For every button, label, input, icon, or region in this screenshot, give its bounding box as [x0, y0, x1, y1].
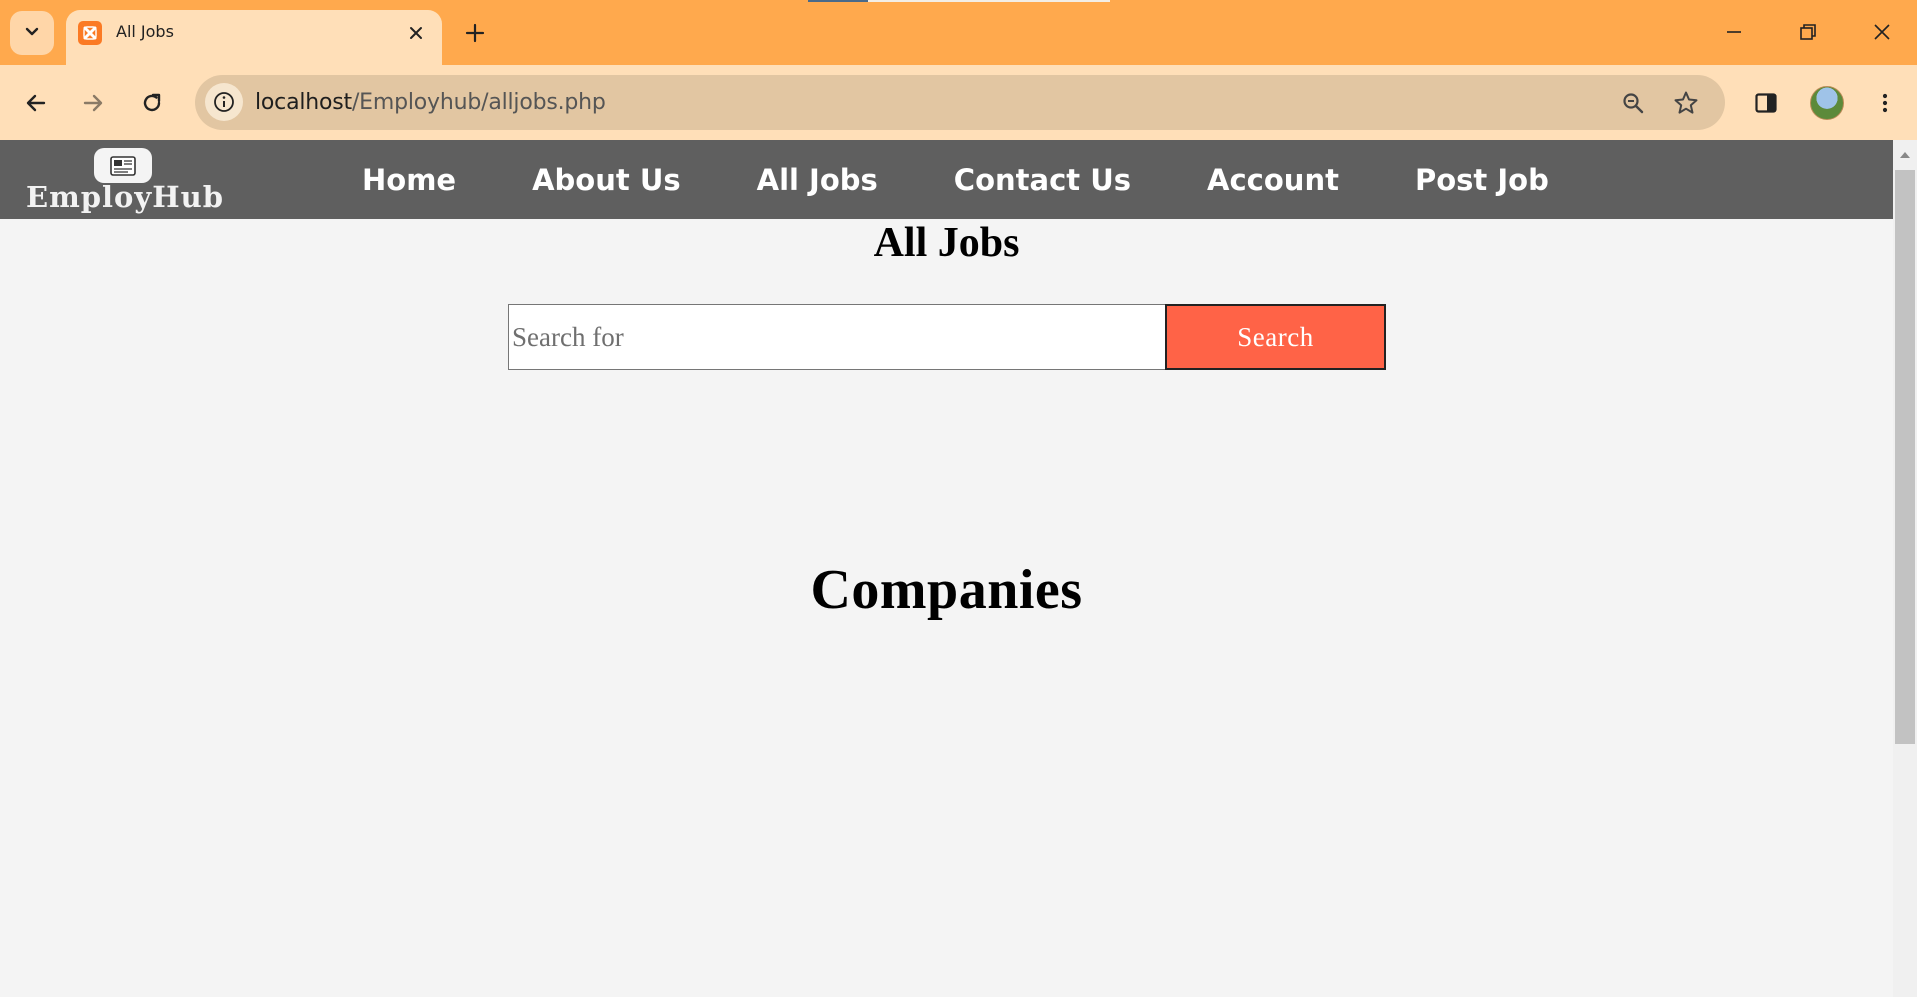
newspaper-icon — [94, 148, 152, 183]
forward-icon — [83, 94, 103, 112]
profile-avatar[interactable] — [1810, 86, 1844, 120]
zoom-button[interactable] — [1618, 88, 1648, 118]
page-scrollbar[interactable] — [1893, 140, 1917, 997]
window-drag-indicator-light — [868, 0, 1110, 2]
tab-strip: All Jobs — [0, 0, 1917, 65]
reload-button[interactable] — [132, 83, 172, 123]
scroll-up-arrow-icon[interactable] — [1893, 146, 1917, 164]
nav-links: Home About Us All Jobs Contact Us Accoun… — [362, 140, 1625, 219]
search-button[interactable]: Search — [1165, 304, 1386, 370]
tab-search-button[interactable] — [10, 11, 54, 55]
chevron-down-icon — [23, 22, 41, 45]
active-tab[interactable]: All Jobs — [66, 10, 442, 65]
site-info-button[interactable] — [205, 83, 243, 121]
xampp-favicon-icon — [78, 21, 102, 45]
back-icon — [26, 94, 46, 112]
window-close-icon — [1874, 24, 1890, 40]
address-bar[interactable]: localhost/Employhub/alljobs.php — [195, 75, 1725, 130]
new-tab-button[interactable] — [458, 16, 492, 50]
nav-all-jobs[interactable]: All Jobs — [757, 163, 878, 197]
restore-icon — [1800, 24, 1816, 40]
url-host: localhost — [255, 90, 352, 115]
bookmark-button[interactable] — [1671, 88, 1701, 118]
reload-icon — [143, 93, 161, 112]
logo-text: EmployHub — [25, 180, 225, 214]
kebab-menu-icon — [1882, 93, 1888, 113]
browser-toolbar: localhost/Employhub/alljobs.php — [0, 65, 1917, 140]
nav-home[interactable]: Home — [362, 163, 456, 197]
window-drag-indicator — [808, 0, 868, 2]
scrollbar-thumb[interactable] — [1895, 170, 1915, 744]
search-input[interactable] — [508, 304, 1166, 370]
page-viewport: EmployHub Home About Us All Jobs Contact… — [0, 140, 1917, 997]
zoom-icon — [1623, 93, 1644, 114]
window-close-button[interactable] — [1860, 12, 1904, 52]
nav-contact-us[interactable]: Contact Us — [954, 163, 1131, 197]
browser-menu-button[interactable] — [1865, 83, 1905, 123]
close-icon — [410, 27, 422, 39]
side-panel-button[interactable] — [1746, 83, 1786, 123]
nav-about-us[interactable]: About Us — [532, 163, 681, 197]
minimize-icon — [1727, 31, 1741, 33]
nav-account[interactable]: Account — [1207, 163, 1339, 197]
employhub-logo[interactable]: EmployHub — [14, 148, 236, 214]
close-tab-button[interactable] — [402, 19, 430, 47]
url-text[interactable]: localhost/Employhub/alljobs.php — [255, 90, 606, 115]
companies-heading: Companies — [810, 559, 1083, 621]
page-title: All Jobs — [873, 220, 1020, 266]
url-path: /Employhub/alljobs.php — [351, 90, 606, 115]
minimize-button[interactable] — [1712, 12, 1756, 52]
tab-title: All Jobs — [116, 22, 174, 41]
nav-post-job[interactable]: Post Job — [1415, 163, 1549, 197]
star-icon — [1674, 91, 1698, 114]
info-icon — [214, 92, 234, 112]
restore-button[interactable] — [1786, 12, 1830, 52]
back-button[interactable] — [16, 83, 56, 123]
forward-button[interactable] — [73, 83, 113, 123]
site-navbar: EmployHub Home About Us All Jobs Contact… — [0, 140, 1893, 219]
plus-icon — [465, 23, 485, 43]
side-panel-icon — [1755, 93, 1777, 113]
